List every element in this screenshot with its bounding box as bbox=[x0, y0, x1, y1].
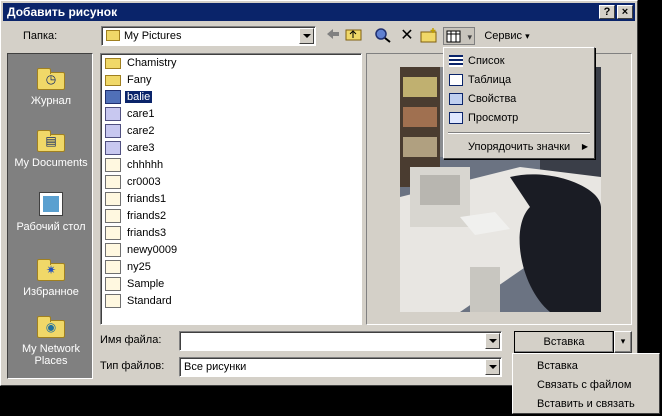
views-menu: Список Таблица Свойства Просмотр Упорядо… bbox=[443, 47, 595, 159]
list-item[interactable]: newy0009 bbox=[105, 241, 179, 258]
folder-combobox[interactable]: My Pictures bbox=[101, 26, 316, 46]
tools-menu-button[interactable]: Сервис ▾ bbox=[481, 27, 533, 45]
jpeg-file-icon bbox=[105, 259, 121, 274]
place-label: Журнал bbox=[30, 95, 72, 107]
menu-item-insert[interactable]: Вставка bbox=[515, 356, 657, 375]
jpeg-file-icon bbox=[105, 208, 121, 223]
views-icon bbox=[446, 30, 461, 43]
list-item[interactable]: care2 bbox=[105, 122, 157, 139]
filename-dropdown-arrow[interactable] bbox=[485, 333, 500, 349]
list-item[interactable]: friands3 bbox=[105, 224, 168, 241]
image-file-icon bbox=[105, 89, 121, 104]
drawing-file-icon bbox=[105, 106, 121, 121]
delete-button[interactable]: ✕ bbox=[397, 27, 417, 45]
place-favorites[interactable]: ✷ Избранное bbox=[8, 255, 94, 298]
place-label: Рабочий стол bbox=[16, 221, 86, 233]
folder-dropdown-arrow[interactable] bbox=[299, 28, 314, 44]
menu-item-list[interactable]: Список bbox=[446, 51, 592, 70]
filename-label: Имя файла: bbox=[100, 334, 162, 346]
place-network[interactable]: ◉ My Network Places bbox=[8, 312, 94, 367]
jpeg-file-icon bbox=[105, 191, 121, 206]
title-bar: Добавить рисунок ? × bbox=[3, 3, 635, 21]
help-button[interactable]: ? bbox=[599, 5, 615, 19]
my-pictures-icon bbox=[106, 30, 120, 41]
properties-view-icon bbox=[448, 92, 464, 106]
menu-item-insert-and-link[interactable]: Вставить и связать bbox=[515, 394, 657, 413]
gif-file-icon bbox=[105, 242, 121, 257]
delete-x-icon: ✕ bbox=[400, 27, 414, 44]
close-button[interactable]: × bbox=[617, 5, 633, 19]
place-label: My Documents bbox=[14, 157, 88, 169]
list-view-icon bbox=[448, 54, 464, 68]
menu-item-properties[interactable]: Свойства bbox=[446, 89, 592, 108]
favorites-icon: ✷ bbox=[35, 255, 67, 283]
list-item[interactable]: Chamistry bbox=[105, 54, 179, 71]
filename-input[interactable] bbox=[179, 331, 502, 351]
file-list[interactable]: Chamistry Fany balie care1 care2 care3 c… bbox=[100, 53, 362, 325]
preview-view-icon bbox=[448, 111, 464, 125]
list-item[interactable]: ny25 bbox=[105, 258, 153, 275]
list-item[interactable]: Fany bbox=[105, 71, 153, 88]
insert-picture-dialog: Добавить рисунок ? × Папка: My Pictures … bbox=[0, 0, 638, 386]
views-dropdown-arrow: ▾ bbox=[467, 32, 472, 42]
new-folder-icon bbox=[420, 28, 437, 43]
place-label: Избранное bbox=[23, 286, 79, 298]
history-icon: ◷ bbox=[35, 64, 67, 92]
jpeg-file-icon bbox=[105, 174, 121, 189]
list-item[interactable]: cr0003 bbox=[105, 173, 163, 190]
filetype-select[interactable]: Все рисунки bbox=[179, 357, 502, 377]
up-one-level-button[interactable] bbox=[344, 27, 364, 45]
list-item[interactable]: Standard bbox=[105, 292, 174, 309]
list-item[interactable]: friands2 bbox=[105, 207, 168, 224]
network-places-icon: ◉ bbox=[35, 312, 67, 340]
list-item[interactable]: Sample bbox=[105, 275, 166, 292]
folder-icon bbox=[105, 75, 121, 86]
search-web-icon bbox=[375, 28, 391, 43]
tools-label: Сервис bbox=[484, 30, 523, 42]
list-item-selected[interactable]: balie bbox=[105, 88, 153, 105]
folder-icon bbox=[105, 58, 121, 69]
views-button[interactable]: ▾ bbox=[443, 27, 475, 45]
insert-options-menu: Вставка Связать с файлом Вставить и связ… bbox=[512, 353, 660, 414]
place-desktop[interactable]: Рабочий стол bbox=[8, 190, 94, 233]
search-web-button[interactable] bbox=[373, 27, 393, 45]
gif-file-icon bbox=[105, 293, 121, 308]
drawing-file-icon bbox=[105, 123, 121, 138]
my-documents-icon: ▤ bbox=[35, 126, 67, 154]
menu-separator bbox=[448, 132, 590, 134]
new-folder-button[interactable] bbox=[419, 27, 439, 45]
back-button[interactable] bbox=[323, 27, 343, 45]
insert-dropdown-button[interactable]: ▾ bbox=[614, 331, 632, 353]
list-item[interactable]: chhhhh bbox=[105, 156, 165, 173]
window-title: Добавить рисунок bbox=[7, 5, 118, 19]
place-history[interactable]: ◷ Журнал bbox=[8, 64, 94, 107]
drawing-file-icon bbox=[105, 140, 121, 155]
list-item[interactable]: friands1 bbox=[105, 190, 168, 207]
desktop-icon bbox=[35, 190, 67, 218]
folder-label: Папка: bbox=[23, 30, 58, 42]
jpeg-file-icon bbox=[105, 276, 121, 291]
folder-value: My Pictures bbox=[124, 30, 182, 42]
places-bar: ◷ Журнал ▤ My Documents Рабочий стол ✷ И… bbox=[7, 53, 93, 379]
arrow-left-icon bbox=[327, 29, 339, 39]
place-label: My Network Places bbox=[21, 343, 81, 367]
menu-item-link-to-file[interactable]: Связать с файлом bbox=[515, 375, 657, 394]
place-my-documents[interactable]: ▤ My Documents bbox=[8, 126, 94, 169]
insert-button[interactable]: Вставка bbox=[514, 331, 614, 353]
details-view-icon bbox=[448, 73, 464, 87]
jpeg-file-icon bbox=[105, 157, 121, 172]
list-item[interactable]: care1 bbox=[105, 105, 157, 122]
menu-item-details[interactable]: Таблица bbox=[446, 70, 592, 89]
jpeg-file-icon bbox=[105, 225, 121, 240]
tools-dropdown-arrow: ▾ bbox=[525, 31, 530, 41]
submenu-arrow-icon: ▶ bbox=[581, 142, 588, 151]
menu-item-arrange-icons[interactable]: Упорядочить значки ▶ bbox=[446, 137, 592, 156]
list-item[interactable]: care3 bbox=[105, 139, 157, 156]
menu-item-preview[interactable]: Просмотр bbox=[446, 108, 592, 127]
filetype-dropdown-arrow[interactable] bbox=[485, 359, 500, 375]
insert-dropdown-arrow-icon: ▾ bbox=[620, 336, 626, 346]
folder-up-icon bbox=[345, 29, 362, 41]
filetype-label: Тип файлов: bbox=[100, 360, 165, 372]
